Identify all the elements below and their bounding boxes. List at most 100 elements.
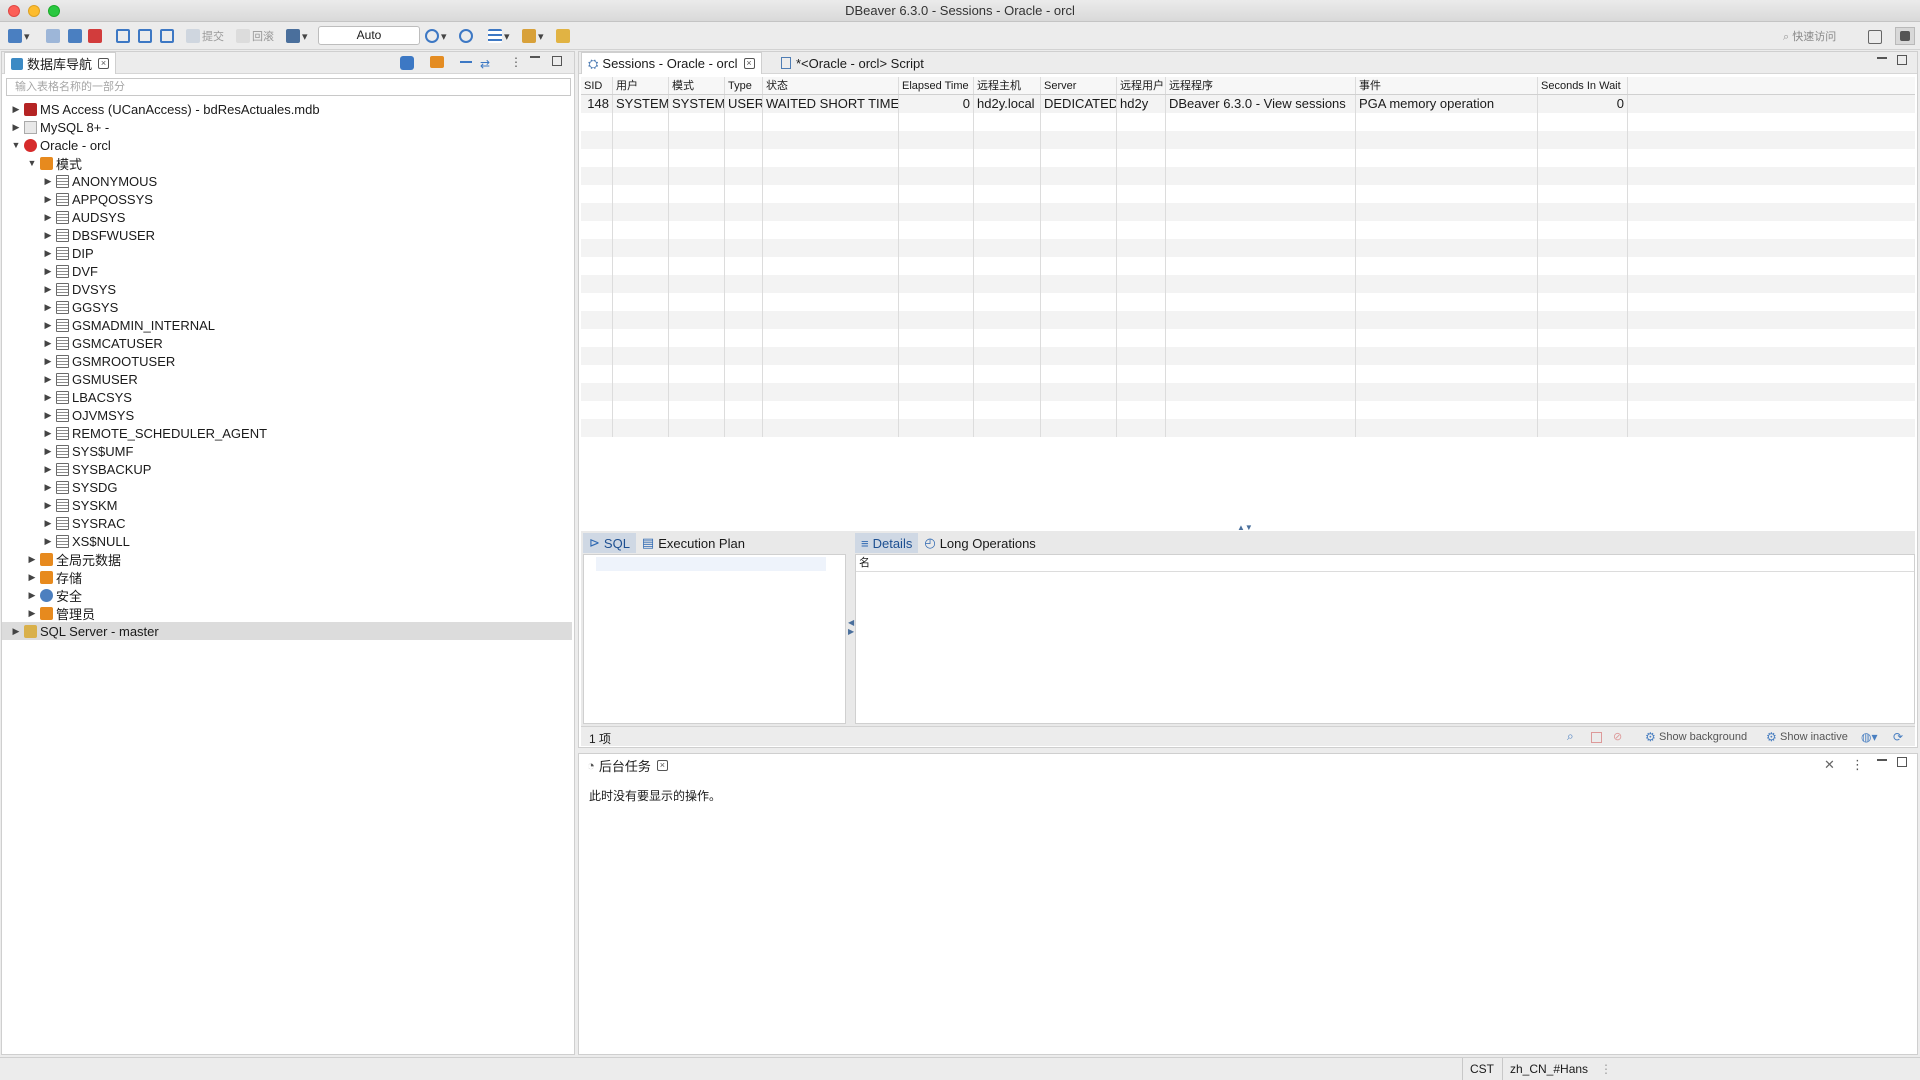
tab-sql[interactable]: ⊳ SQL	[583, 533, 636, 553]
perspective-button[interactable]	[1868, 28, 1882, 46]
table-row[interactable]	[581, 257, 1915, 275]
column-header[interactable]: 远程用户	[1117, 77, 1166, 94]
collapsed-arrow-icon[interactable]: ▶	[42, 176, 54, 187]
table-row[interactable]	[581, 185, 1915, 203]
tree-node[interactable]: ▶ SYSBACKUP	[2, 460, 572, 478]
auto-refresh-icon[interactable]: ◍▾	[1861, 730, 1878, 744]
collapsed-arrow-icon[interactable]: ▶	[26, 572, 38, 583]
collapsed-arrow-icon[interactable]: ▶	[42, 518, 54, 529]
table-row[interactable]	[581, 275, 1915, 293]
transaction-mode-button[interactable]: ▾	[286, 27, 308, 45]
tab-long-operations[interactable]: ◴ Long Operations	[918, 533, 1041, 553]
tree-node[interactable]: ▶ SYS$UMF	[2, 442, 572, 460]
column-header[interactable]: 远程主机	[974, 77, 1041, 94]
new-script-button[interactable]	[138, 27, 152, 45]
collapse-all-icon[interactable]	[460, 61, 472, 63]
disconnect-button[interactable]	[88, 27, 102, 45]
tree-node[interactable]: ▶ SYSKM	[2, 496, 572, 514]
tree-node[interactable]: ▶ 安全	[2, 586, 572, 604]
tree-node[interactable]: ▶ GGSYS	[2, 298, 572, 316]
table-row[interactable]	[581, 365, 1915, 383]
close-icon[interactable]: ×	[98, 58, 110, 69]
table-row[interactable]	[581, 113, 1915, 131]
tree-node[interactable]: ▶ DBSFWUSER	[2, 226, 572, 244]
table-row[interactable]	[581, 329, 1915, 347]
maximize-panel-icon[interactable]	[552, 56, 562, 66]
tab-execution-plan[interactable]: ▤ Execution Plan	[636, 533, 751, 553]
column-header[interactable]: 状态	[763, 77, 899, 94]
transaction-mode-select[interactable]: Auto	[318, 26, 420, 45]
tab-script[interactable]: *<Oracle - orcl> Script	[775, 52, 930, 74]
tree-node[interactable]: ▶ GSMCATUSER	[2, 334, 572, 352]
clear-tasks-icon[interactable]: ✕	[1824, 757, 1835, 773]
collapsed-arrow-icon[interactable]: ▶	[10, 122, 22, 133]
tree-node[interactable]: ▶ 存储	[2, 568, 572, 586]
tree-node[interactable]: ▶ DVSYS	[2, 280, 572, 298]
view-menu-icon[interactable]: ⋮	[510, 55, 522, 69]
tab-database-navigator[interactable]: 数据库导航 ×	[4, 52, 117, 74]
tree-node[interactable]: ▶ SYSRAC	[2, 514, 572, 532]
collapsed-arrow-icon[interactable]: ▶	[42, 464, 54, 475]
collapsed-arrow-icon[interactable]: ▶	[42, 536, 54, 547]
tree-node[interactable]: ▶ GSMROOTUSER	[2, 352, 572, 370]
table-row[interactable]: 148 SYSTEM SYSTEM USER WAITED SHORT TIME 0 hd2…	[581, 95, 1915, 113]
close-icon[interactable]: ×	[656, 759, 668, 771]
collapsed-arrow-icon[interactable]: ▶	[42, 302, 54, 313]
tree-node[interactable]: ▶ GSMADMIN_INTERNAL	[2, 316, 572, 334]
gear-icon[interactable]: ⚙	[1766, 730, 1777, 744]
gear-icon[interactable]: ⚙	[1645, 730, 1656, 744]
tab-background-tasks[interactable]: ◔ 后台任务 ×	[581, 754, 674, 776]
minimize-panel-icon[interactable]	[1877, 57, 1887, 59]
open-script-button[interactable]	[160, 27, 174, 45]
view-menu-icon[interactable]: ⋮	[1851, 757, 1864, 773]
column-header[interactable]: 模式	[669, 77, 725, 94]
tree-node[interactable]: ▶ SYSDG	[2, 478, 572, 496]
table-row[interactable]	[581, 239, 1915, 257]
collapsed-arrow-icon[interactable]: ▶	[26, 608, 38, 619]
tree-node[interactable]: ▶ GSMUSER	[2, 370, 572, 388]
collapsed-arrow-icon[interactable]: ▶	[42, 356, 54, 367]
collapsed-arrow-icon[interactable]: ▶	[10, 626, 22, 637]
table-row[interactable]	[581, 167, 1915, 185]
tree-node[interactable]: ▶ MS Access (UCanAccess) - bdResActuales.…	[2, 100, 572, 118]
collapsed-arrow-icon[interactable]: ▶	[26, 590, 38, 601]
minimize-panel-icon[interactable]	[530, 56, 540, 58]
collapsed-arrow-icon[interactable]: ▶	[42, 284, 54, 295]
column-header[interactable]: Seconds In Wait	[1538, 77, 1628, 94]
show-inactive-toggle[interactable]: Show inactive	[1780, 731, 1848, 743]
collapsed-arrow-icon[interactable]: ▶	[42, 500, 54, 511]
table-row[interactable]	[581, 383, 1915, 401]
collapsed-arrow-icon[interactable]: ▶	[42, 392, 54, 403]
navigator-filter-input[interactable]: 输入表格名称的一部分	[6, 78, 571, 96]
tools-button[interactable]: ▾	[522, 27, 544, 45]
tab-details[interactable]: ≡ Details	[855, 533, 919, 553]
collapsed-arrow-icon[interactable]: ▶	[42, 338, 54, 349]
tree-node[interactable]: ▶ 管理员	[2, 604, 572, 622]
sql-editor-button[interactable]	[116, 27, 130, 45]
collapsed-arrow-icon[interactable]: ▶	[42, 248, 54, 259]
table-row[interactable]	[581, 203, 1915, 221]
collapsed-arrow-icon[interactable]: ▶	[10, 104, 22, 115]
tree-node[interactable]: ▶ MySQL 8+ -	[2, 118, 572, 136]
cloud-button[interactable]	[459, 27, 473, 45]
tree-node[interactable]: ▶ DIP	[2, 244, 572, 262]
tree-node[interactable]: ▼ Oracle - orcl	[2, 136, 572, 154]
search-icon[interactable]: ⌕	[1567, 729, 1574, 744]
link-editor-icon[interactable]: ⇄	[480, 57, 490, 71]
maximize-panel-icon[interactable]	[1897, 757, 1907, 767]
column-header[interactable]: 事件	[1356, 77, 1538, 94]
column-header[interactable]: Elapsed Time	[899, 77, 974, 94]
minimize-panel-icon[interactable]	[1877, 759, 1887, 761]
dbeaver-perspective-button[interactable]	[1895, 27, 1915, 45]
table-row[interactable]	[581, 419, 1915, 437]
column-header[interactable]: 用户	[613, 77, 669, 94]
tree-node[interactable]: ▶ APPQOSSYS	[2, 190, 572, 208]
table-row[interactable]	[581, 149, 1915, 167]
column-header[interactable]: 远程程序	[1166, 77, 1356, 94]
back-button[interactable]	[556, 27, 570, 45]
quick-access-search[interactable]: ⌕ 快速访问	[1783, 28, 1836, 44]
tree-node[interactable]: ▶ XS$NULL	[2, 532, 572, 550]
tree-node[interactable]: ▶ REMOTE_SCHEDULER_AGENT	[2, 424, 572, 442]
column-header[interactable]: SID	[581, 77, 613, 94]
show-background-toggle[interactable]: Show background	[1659, 731, 1747, 743]
